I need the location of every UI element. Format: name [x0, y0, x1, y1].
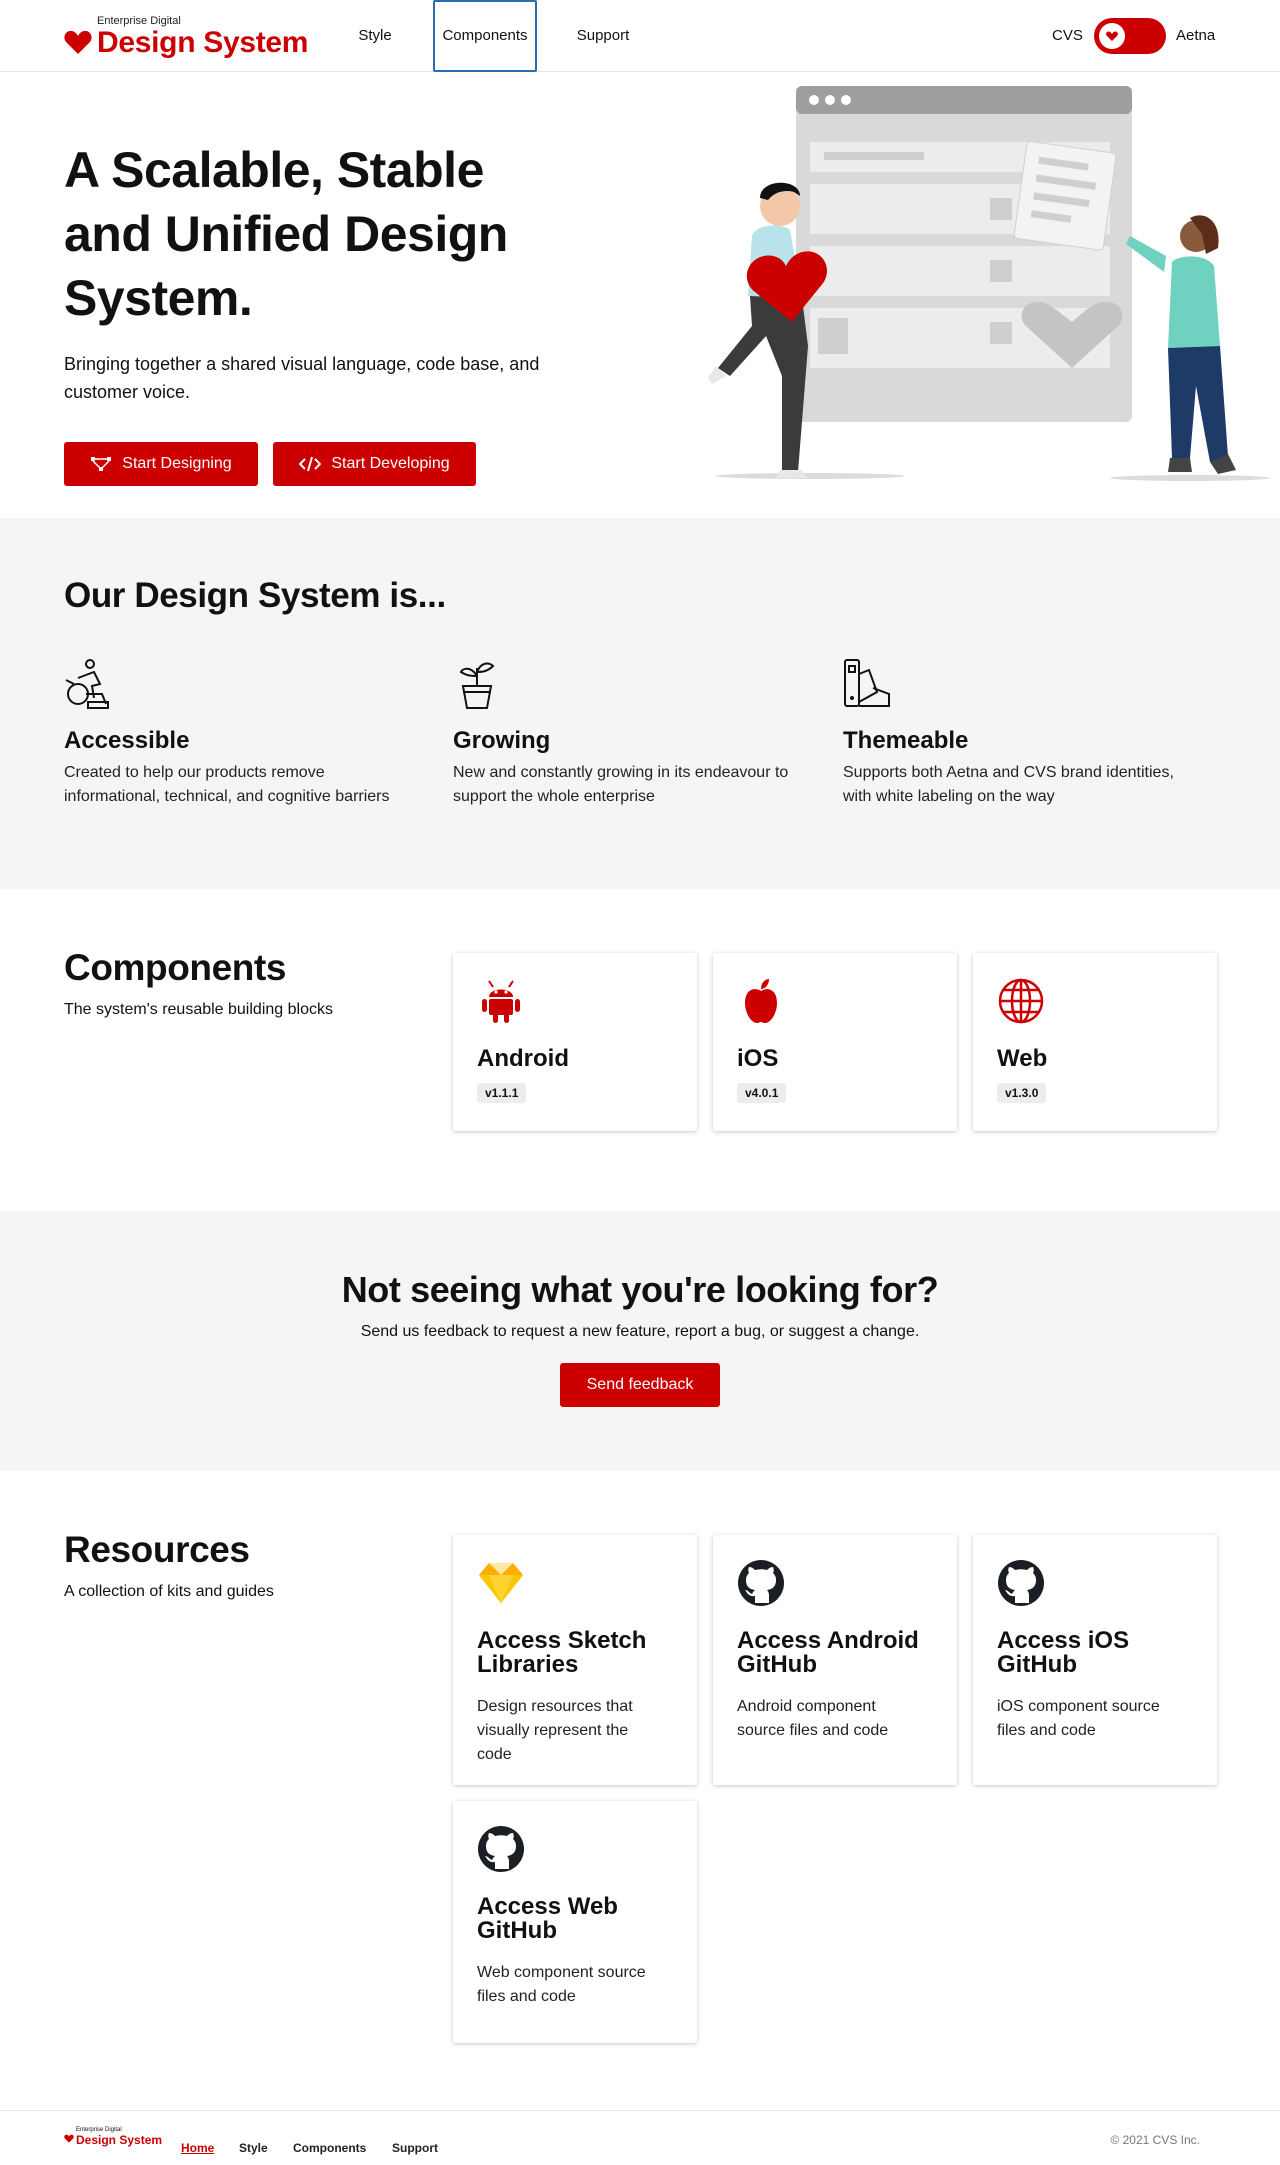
site-header: Enterprise Digital Design System Style C… [0, 0, 1280, 72]
resource-card-description: Web component source files and code [477, 1964, 646, 2005]
github-icon [738, 1560, 784, 1606]
nav-components[interactable]: Components [433, 0, 537, 72]
site-logo[interactable]: Enterprise Digital Design System [64, 14, 324, 60]
heart-icon [64, 2134, 74, 2143]
feature-title: Growing [453, 727, 551, 754]
feedback-section: Not seeing what you're looking for? Send… [0, 1211, 1280, 1471]
brand-toggle: CVS Aetna [1052, 18, 1216, 54]
start-developing-button[interactable]: Start Developing [273, 442, 476, 486]
resource-card-ios-github[interactable]: Access iOS GitHub iOS component source f… [973, 1535, 1217, 1785]
brand-switch[interactable] [1094, 18, 1166, 54]
resource-card-description: Design resources that visually represent… [477, 1698, 633, 1763]
resource-card-title: Access Sketch Libraries [477, 1627, 647, 1678]
hero-subtitle: Bringing together a shared visual langua… [64, 354, 540, 402]
hero-illustration [708, 86, 1270, 481]
start-developing-label: Start Developing [331, 455, 450, 472]
values-title: Our Design System is... [64, 576, 446, 615]
android-icon [482, 980, 520, 1023]
send-feedback-button[interactable]: Send feedback [560, 1363, 720, 1407]
resource-card-sketch[interactable]: Access Sketch Libraries Design resources… [453, 1535, 697, 1785]
github-icon [478, 1826, 524, 1872]
components-title: Components [64, 947, 287, 988]
footer-logo[interactable]: Enterprise Digital Design System [64, 2127, 174, 2151]
hero-title: A Scalable, Stable and Unified Design Sy… [64, 142, 508, 326]
resource-card-title: Access Android GitHub [737, 1627, 919, 1678]
version-badge: v1.3.0 [997, 1083, 1047, 1103]
brand-label-cvs: CVS [1052, 27, 1083, 44]
toggle-knob [1099, 23, 1125, 49]
apple-icon [745, 979, 777, 1023]
globe-icon [998, 978, 1044, 1024]
design-tool-icon [91, 457, 112, 471]
component-card-web[interactable]: Web v1.3.0 [973, 953, 1217, 1131]
brand-label-aetna: Aetna [1176, 27, 1216, 44]
logo-title: Design System [97, 26, 309, 59]
footer-link-home[interactable]: Home [181, 2141, 214, 2155]
feature-accessible: Accessible Created to help our products … [64, 658, 424, 809]
accessibility-icon [65, 659, 109, 709]
resource-card-title: Access iOS GitHub [997, 1627, 1130, 1678]
resources-subtitle: A collection of kits and guides [64, 1583, 274, 1600]
footer-link-components[interactable]: Components [293, 2141, 366, 2155]
feature-title: Themeable [843, 727, 969, 754]
heart-icon [1106, 31, 1118, 41]
component-card-title: Android [477, 1045, 569, 1072]
footer-link-style[interactable]: Style [239, 2141, 268, 2155]
values-section: Our Design System is... Accessible Creat… [0, 518, 1280, 889]
feature-description: New and constantly growing in its endeav… [453, 764, 789, 805]
feature-growing: Growing New and constantly growing in it… [453, 658, 813, 809]
component-card-ios[interactable]: iOS v4.0.1 [713, 953, 957, 1131]
nav-style[interactable]: Style [340, 0, 410, 72]
sketch-icon [479, 1563, 523, 1603]
start-designing-label: Start Designing [122, 455, 232, 472]
footer-logo-title: Design System [76, 2133, 163, 2147]
code-icon [299, 456, 322, 472]
resources-title: Resources [64, 1529, 250, 1570]
resources-section: Resources A collection of kits and guide… [0, 1471, 1280, 2111]
resource-card-web-github[interactable]: Access Web GitHub Web component source f… [453, 1801, 697, 2043]
nav-support[interactable]: Support [562, 0, 644, 72]
github-icon [998, 1560, 1044, 1606]
component-card-title: Web [997, 1045, 1048, 1072]
resource-card-description: iOS component source files and code [997, 1698, 1160, 1739]
version-badge: v4.0.1 [737, 1083, 787, 1103]
component-card-android[interactable]: Android v1.1.1 [453, 953, 697, 1131]
feature-description: Supports both Aetna and CVS brand identi… [843, 764, 1174, 805]
resource-card-android-github[interactable]: Access Android GitHub Android component … [713, 1535, 957, 1785]
feature-themeable: Themeable Supports both Aetna and CVS br… [843, 658, 1203, 809]
component-card-title: iOS [737, 1045, 779, 1072]
swatch-icon [844, 659, 890, 707]
site-footer: Enterprise Digital Design System Home St… [0, 2110, 1280, 2165]
resource-card-title: Access Web GitHub [477, 1893, 618, 1944]
start-designing-button[interactable]: Start Designing [64, 442, 258, 486]
resource-card-description: Android component source files and code [737, 1698, 889, 1739]
plant-icon [459, 662, 495, 709]
hero-section: A Scalable, Stable and Unified Design Sy… [0, 72, 1280, 518]
feature-title: Accessible [64, 727, 190, 754]
feedback-title: Not seeing what you're looking for? [341, 1269, 939, 1310]
heart-icon [64, 30, 92, 54]
footer-link-support[interactable]: Support [392, 2141, 438, 2155]
components-section: Components The system's reusable buildin… [0, 889, 1280, 1211]
feature-description: Created to help our products remove info… [64, 764, 390, 805]
feedback-subtitle: Send us feedback to request a new featur… [360, 1323, 920, 1340]
copyright: © 2021 CVS Inc. [1110, 2133, 1200, 2147]
components-subtitle: The system's reusable building blocks [64, 1001, 333, 1018]
version-badge: v1.1.1 [477, 1083, 527, 1103]
